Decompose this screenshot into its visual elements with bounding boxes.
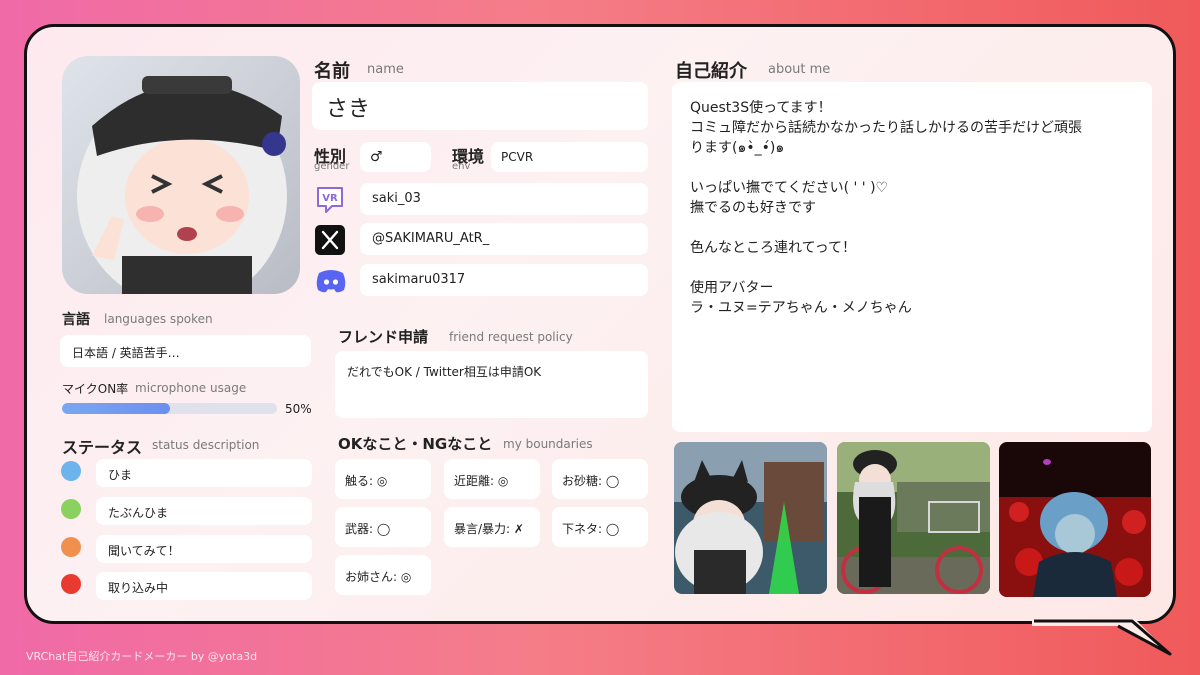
about-line-9	[690, 258, 1138, 278]
about-text: Quest3S使ってます！ コミュ障だから話続かなかったり話しかけるの苦手だけど…	[690, 98, 1138, 318]
languages-title: 言語	[62, 312, 90, 328]
x-handle-value: @SAKIMARU_AtR_	[372, 231, 490, 246]
vrchat-icon: VR	[315, 185, 345, 215]
x-handle-field: @SAKIMARU_AtR_	[360, 223, 648, 255]
gender-field: ♂	[360, 142, 431, 172]
status-dot-1	[61, 461, 81, 481]
status-item-3: 聞いてみて！	[60, 535, 312, 563]
status-item-1: ひま	[60, 459, 312, 487]
friend-policy-field: だれでもOK / Twitter相互は申請OK	[335, 351, 648, 418]
boundary-label-5: 暴言/暴力: ✗	[454, 522, 524, 536]
status-label-1: ひま	[108, 468, 133, 482]
about-title: 自己紹介	[675, 61, 747, 82]
mic-usage-fill	[62, 403, 170, 414]
about-line-11: ラ・ユヌ=テアちゃん・メノちゃん	[690, 300, 912, 316]
mic-percent-label: 50%	[285, 402, 312, 416]
status-label-box-4: 取り込み中	[96, 572, 312, 600]
friend-policy-value: だれでもOK / Twitter相互は申請OK	[347, 365, 542, 379]
gender-value: ♂	[370, 149, 383, 165]
name-value: さき	[326, 97, 371, 122]
about-field: Quest3S使ってます！ コミュ障だから話続かなかったり話しかけるの苦手だけど…	[672, 82, 1152, 432]
name-title: 名前	[314, 61, 350, 82]
boundary-item-1: 触る: ◎	[335, 459, 431, 499]
about-line-3: ります(๑•̀_•́)๑	[690, 140, 785, 156]
discord-id-value: sakimaru0317	[372, 272, 466, 287]
boundary-item-4: 武器: ◯	[335, 507, 431, 547]
friend-subtitle: friend request policy	[449, 330, 573, 344]
avatar-image	[62, 56, 300, 294]
status-dot-4	[61, 574, 81, 594]
about-line-4	[690, 158, 1138, 178]
about-line-2: コミュ障だから話続かなかったり話しかけるの苦手だけど頑張	[690, 120, 1082, 136]
status-item-4: 取り込み中	[60, 572, 312, 600]
boundary-item-3: お砂糖: ◯	[552, 459, 648, 499]
languages-field: 日本語 / 英語苦手…	[60, 335, 311, 367]
about-line-10: 使用アバター	[690, 280, 774, 296]
status-item-2: たぶんひま	[60, 497, 312, 525]
name-subtitle: name	[367, 62, 404, 77]
about-line-8: 色んなところ連れてって！	[690, 240, 857, 256]
gender-subtitle: gender	[314, 161, 350, 172]
languages-subtitle: languages spoken	[104, 312, 213, 326]
vrchat-id-value: saki_03	[372, 191, 421, 206]
boundary-label-3: お砂糖: ◯	[562, 474, 620, 488]
photo-2	[837, 442, 990, 594]
boundary-label-4: 武器: ◯	[345, 522, 391, 536]
name-field: さき	[312, 82, 648, 130]
about-line-1: Quest3S使ってます！	[690, 100, 832, 116]
boundary-item-6: 下ネタ: ◯	[552, 507, 648, 547]
discord-id-field: sakimaru0317	[360, 264, 648, 296]
status-label-3: 聞いてみて！	[108, 544, 180, 558]
footer-credit: VRChat自己紹介カードメーカー by @yota3d	[26, 650, 258, 663]
status-title: ステータス	[62, 438, 143, 457]
boundary-label-2: 近距離: ◎	[454, 474, 509, 488]
boundary-item-5: 暴言/暴力: ✗	[444, 507, 540, 547]
friend-title: フレンド申請	[338, 328, 429, 346]
status-list: ひま たぶんひま 聞いてみて！ 取り込み中	[60, 459, 312, 609]
status-dot-2	[61, 499, 81, 519]
env-subtitle: env	[452, 161, 471, 172]
status-label-box-2: たぶんひま	[96, 497, 312, 525]
status-label-4: 取り込み中	[108, 581, 169, 595]
photo-3	[999, 442, 1151, 597]
boundaries-title: OKなこと・NGなこと	[338, 435, 493, 453]
mic-subtitle: microphone usage	[135, 381, 247, 395]
mic-usage-bar	[62, 403, 277, 414]
about-line-5: いっぱい撫でてください( ' ' )♡	[690, 180, 889, 196]
mic-title: マイクON率	[62, 382, 129, 396]
env-field: PCVR	[491, 142, 648, 172]
boundaries-subtitle: my boundaries	[503, 437, 593, 451]
status-label-box-3: 聞いてみて！	[96, 535, 312, 563]
svg-text:VR: VR	[322, 193, 338, 204]
about-line-7	[690, 218, 1138, 238]
vrchat-id-field: saki_03	[360, 183, 648, 215]
boundary-label-1: 触る: ◎	[345, 474, 388, 488]
env-value: PCVR	[501, 150, 534, 164]
photo-1	[674, 442, 827, 594]
boundary-item-7: お姉さん: ◎	[335, 555, 431, 595]
about-subtitle: about me	[768, 62, 831, 77]
x-logo-icon	[315, 225, 345, 255]
languages-value: 日本語 / 英語苦手…	[72, 346, 180, 360]
status-label-2: たぶんひま	[108, 506, 169, 520]
status-dot-3	[61, 537, 81, 557]
boundary-label-6: 下ネタ: ◯	[562, 522, 620, 536]
boundary-item-2: 近距離: ◎	[444, 459, 540, 499]
status-subtitle: status description	[152, 438, 260, 452]
discord-icon	[315, 266, 347, 294]
about-line-6: 撫でるのも好きです	[690, 200, 816, 216]
status-label-box-1: ひま	[96, 459, 312, 487]
boundary-label-7: お姉さん: ◎	[345, 570, 412, 584]
speech-bubble-tail	[1032, 618, 1172, 656]
